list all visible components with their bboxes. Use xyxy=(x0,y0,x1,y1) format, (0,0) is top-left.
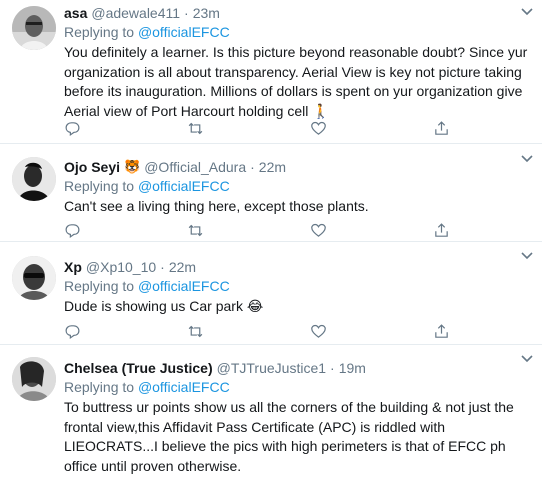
tweet-text: To buttress ur points show us all the co… xyxy=(64,399,514,474)
tweet-text: You definitely a learner. Is this pictur… xyxy=(64,44,528,119)
avatar-xp-icon xyxy=(12,256,56,300)
display-name[interactable]: Ojo Seyi xyxy=(64,159,120,175)
reply-content: Xp @Xp10_10 · 22m Replying to @officialE… xyxy=(64,252,528,317)
separator-dot: · xyxy=(250,159,255,175)
tweet-text: Can't see a living thing here, except th… xyxy=(64,198,369,214)
replying-to-link[interactable]: @officialEFCC xyxy=(138,178,230,194)
share-button[interactable] xyxy=(433,222,451,240)
timestamp[interactable]: 19m xyxy=(339,360,366,376)
reply-content: Chelsea (True Justice) @TJTrueJustice1 ·… xyxy=(64,353,528,476)
share-icon xyxy=(435,223,448,237)
reply-tweet-ojo-seyi[interactable]: Ojo Seyi 🐯 @Official_Adura · 22m Replyin… xyxy=(0,145,542,242)
reply-tweet-asa[interactable]: asa @adewale411 · 23m Replying to @offic… xyxy=(0,0,542,144)
separator-dot: · xyxy=(160,259,165,275)
retweet-button[interactable] xyxy=(187,120,205,138)
replying-to-link[interactable]: @officialEFCC xyxy=(138,24,230,40)
like-button[interactable] xyxy=(310,120,328,138)
like-button[interactable] xyxy=(310,222,328,240)
reply-tweet-xp[interactable]: Xp @Xp10_10 · 22m Replying to @officialE… xyxy=(0,242,542,345)
avatar[interactable] xyxy=(12,357,56,401)
retweet-button[interactable] xyxy=(187,323,205,341)
display-name[interactable]: Chelsea (True Justice) xyxy=(64,360,213,376)
separator-dot: · xyxy=(330,360,335,376)
replies-feed: asa @adewale411 · 23m Replying to @offic… xyxy=(0,0,542,478)
reply-icon xyxy=(65,122,80,137)
action-bar xyxy=(64,120,464,140)
display-name[interactable]: Xp xyxy=(64,259,82,275)
heart-icon xyxy=(311,121,326,135)
action-bar xyxy=(64,222,464,242)
retweet-icon xyxy=(188,224,203,237)
display-name[interactable]: asa xyxy=(64,5,87,21)
reply-content: asa @adewale411 · 23m Replying to @offic… xyxy=(64,0,528,121)
reply-header: asa @adewale411 · 23m xyxy=(64,3,528,23)
avatar-chelsea-icon xyxy=(12,357,56,401)
avatar-asa-icon xyxy=(12,6,56,50)
replying-to-label: Replying to xyxy=(64,178,135,194)
replying-to-label: Replying to xyxy=(64,379,135,395)
reply-button[interactable] xyxy=(64,323,82,341)
replying-to-link[interactable]: @officialEFCC xyxy=(138,278,230,294)
like-button[interactable] xyxy=(310,323,328,341)
avatar-ojo-icon xyxy=(12,157,56,201)
share-button[interactable] xyxy=(433,323,451,341)
reply-icon xyxy=(65,325,80,340)
timestamp[interactable]: 22m xyxy=(259,159,286,175)
reply-header: Xp @Xp10_10 · 22m xyxy=(64,257,528,277)
replying-to-line: Replying to @officialEFCC xyxy=(64,23,528,42)
reply-icon xyxy=(65,224,80,239)
avatar[interactable] xyxy=(12,157,56,201)
reply-header: Chelsea (True Justice) @TJTrueJustice1 ·… xyxy=(64,358,528,378)
avatar[interactable] xyxy=(12,256,56,300)
tweet-text: Dude is showing us Car park 😂 xyxy=(64,298,264,314)
reply-button[interactable] xyxy=(64,222,82,240)
replying-to-line: Replying to @officialEFCC xyxy=(64,378,528,397)
user-handle[interactable]: @Xp10_10 xyxy=(86,259,156,275)
reply-header: Ojo Seyi 🐯 @Official_Adura · 22m xyxy=(64,157,528,177)
timestamp[interactable]: 23m xyxy=(193,5,220,21)
share-button[interactable] xyxy=(433,120,451,138)
timestamp[interactable]: 22m xyxy=(169,259,196,275)
avatar[interactable] xyxy=(12,6,56,50)
user-handle[interactable]: @adewale411 xyxy=(91,5,180,21)
share-icon xyxy=(435,324,448,338)
reply-tweet-chelsea[interactable]: Chelsea (True Justice) @TJTrueJustice1 ·… xyxy=(0,345,542,478)
user-handle[interactable]: @Official_Adura xyxy=(144,159,246,175)
retweet-button[interactable] xyxy=(187,222,205,240)
reply-content: Ojo Seyi 🐯 @Official_Adura · 22m Replyin… xyxy=(64,152,528,217)
reply-button[interactable] xyxy=(64,120,82,138)
replying-to-line: Replying to @officialEFCC xyxy=(64,277,528,296)
retweet-icon xyxy=(188,325,203,338)
replying-to-label: Replying to xyxy=(64,278,135,294)
replying-to-label: Replying to xyxy=(64,24,135,40)
user-handle[interactable]: @TJTrueJustice1 xyxy=(217,360,326,376)
heart-icon xyxy=(311,324,326,338)
replying-to-link[interactable]: @officialEFCC xyxy=(138,379,230,395)
heart-icon xyxy=(311,223,326,237)
replying-to-line: Replying to @officialEFCC xyxy=(64,177,528,196)
separator-dot: · xyxy=(184,5,189,21)
share-icon xyxy=(435,121,448,135)
action-bar xyxy=(64,323,464,343)
name-emoji: 🐯 xyxy=(124,159,141,174)
retweet-icon xyxy=(188,122,203,135)
